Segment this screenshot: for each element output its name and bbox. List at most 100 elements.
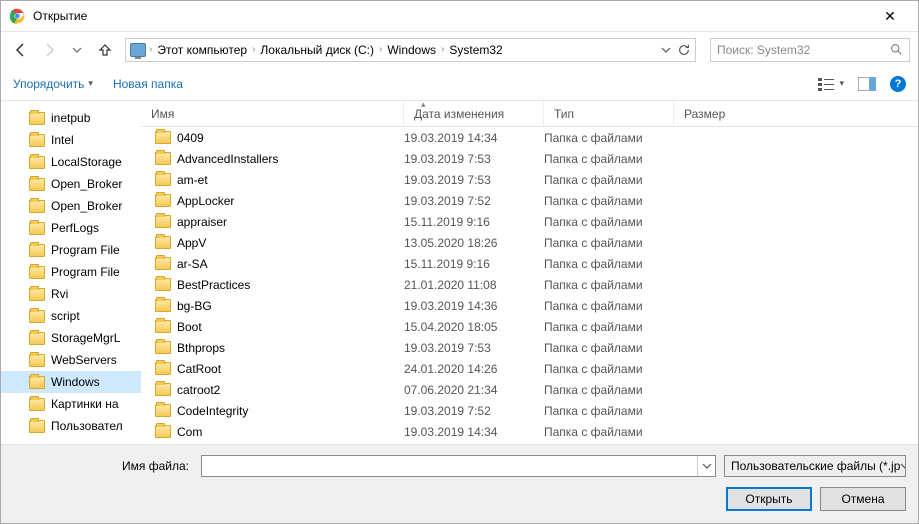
filename-label: Имя файла:: [13, 459, 193, 473]
tree-item[interactable]: script: [1, 305, 141, 327]
folder-tree[interactable]: inetpub Intel LocalStorage Open_Broker Open_…: [1, 101, 141, 444]
breadcrumb[interactable]: Windows: [385, 43, 438, 57]
tree-item[interactable]: Program File: [1, 261, 141, 283]
file-row[interactable]: ar-SA15.11.2019 9:16Папка с файлами: [141, 253, 918, 274]
tree-item-label: Картинки на: [51, 397, 119, 411]
tree-item-label: WebServers: [51, 353, 117, 367]
filename-dropdown-icon[interactable]: [697, 456, 715, 476]
file-row[interactable]: bg-BG19.03.2019 14:36Папка с файлами: [141, 295, 918, 316]
file-row[interactable]: am-et19.03.2019 7:53Папка с файлами: [141, 169, 918, 190]
refresh-icon[interactable]: [677, 43, 691, 57]
file-row[interactable]: 040919.03.2019 14:34Папка с файлами: [141, 127, 918, 148]
tree-item[interactable]: inetpub: [1, 107, 141, 129]
search-box[interactable]: [710, 38, 910, 62]
file-row[interactable]: Boot15.04.2020 18:05Папка с файлами: [141, 316, 918, 337]
tree-item-label: Пользовател: [51, 419, 123, 433]
file-row[interactable]: catroot207.06.2020 21:34Папка с файлами: [141, 379, 918, 400]
file-row[interactable]: CatRoot24.01.2020 14:26Папка с файлами: [141, 358, 918, 379]
address-dropdown-icon[interactable]: [661, 45, 671, 55]
file-date: 19.03.2019 7:52: [404, 404, 544, 418]
file-row[interactable]: AdvancedInstallers19.03.2019 7:53Папка с…: [141, 148, 918, 169]
tree-item[interactable]: Пользовател: [1, 415, 141, 437]
tree-item[interactable]: Open_Broker: [1, 195, 141, 217]
file-date: 19.03.2019 7:53: [404, 173, 544, 187]
chrome-icon: [9, 8, 25, 24]
footer: Имя файла: Пользовательские файлы (*.jp …: [1, 445, 918, 523]
column-name[interactable]: Имя: [141, 101, 404, 126]
tree-item[interactable]: Program File: [1, 239, 141, 261]
tree-item[interactable]: Open_Broker: [1, 173, 141, 195]
new-folder-button[interactable]: Новая папка: [113, 77, 183, 91]
filename-input[interactable]: [201, 455, 716, 477]
column-type[interactable]: Тип: [544, 101, 674, 126]
file-row[interactable]: Com19.03.2019 14:34Папка с файлами: [141, 421, 918, 442]
file-list[interactable]: 040919.03.2019 14:34Папка с файламиAdvan…: [141, 127, 918, 444]
file-type: Папка с файлами: [544, 194, 674, 208]
tree-item[interactable]: PerfLogs: [1, 217, 141, 239]
tree-item[interactable]: Intel: [1, 129, 141, 151]
tree-item-label: Program File: [51, 243, 120, 257]
folder-icon: [29, 310, 45, 323]
recent-dropdown[interactable]: [65, 38, 89, 62]
file-name: Boot: [177, 320, 202, 334]
file-row[interactable]: BestPractices21.01.2020 11:08Папка с фай…: [141, 274, 918, 295]
open-button[interactable]: Открыть: [726, 487, 812, 511]
file-type: Папка с файлами: [544, 236, 674, 250]
chevron-icon[interactable]: ›: [438, 44, 447, 55]
folder-icon: [155, 341, 171, 354]
folder-icon: [29, 398, 45, 411]
column-size[interactable]: Размер: [674, 101, 754, 126]
file-type-filter[interactable]: Пользовательские файлы (*.jp: [724, 455, 906, 477]
tree-item-label: Open_Broker: [51, 199, 122, 213]
chevron-icon[interactable]: ›: [376, 44, 385, 55]
back-button[interactable]: [9, 38, 33, 62]
folder-icon: [155, 362, 171, 375]
file-name: catroot2: [177, 383, 220, 397]
file-date: 24.01.2020 14:26: [404, 362, 544, 376]
file-row[interactable]: AppV13.05.2020 18:26Папка с файлами: [141, 232, 918, 253]
tree-item-label: inetpub: [51, 111, 90, 125]
file-name: AppLocker: [177, 194, 234, 208]
cancel-button[interactable]: Отмена: [820, 487, 906, 511]
help-icon[interactable]: ?: [890, 76, 906, 92]
folder-icon: [29, 222, 45, 235]
file-type: Папка с файлами: [544, 152, 674, 166]
up-button[interactable]: [93, 38, 117, 62]
preview-pane-button[interactable]: [858, 77, 876, 91]
file-name: Bthprops: [177, 341, 225, 355]
breadcrumb[interactable]: Этот компьютер: [155, 43, 249, 57]
nav-bar: › Этот компьютер › Локальный диск (C:) ›…: [1, 31, 918, 67]
breadcrumb[interactable]: System32: [447, 43, 504, 57]
search-input[interactable]: [717, 43, 890, 57]
file-row[interactable]: appraiser15.11.2019 9:16Папка с файлами: [141, 211, 918, 232]
file-row[interactable]: Bthprops19.03.2019 7:53Папка с файлами: [141, 337, 918, 358]
folder-icon: [29, 178, 45, 191]
breadcrumb[interactable]: Локальный диск (C:): [258, 43, 376, 57]
file-date: 19.03.2019 14:34: [404, 131, 544, 145]
tree-item[interactable]: Windows: [1, 371, 141, 393]
view-options-button[interactable]: ▾: [818, 77, 844, 91]
search-icon[interactable]: [890, 43, 903, 56]
folder-icon: [155, 257, 171, 270]
organize-menu[interactable]: Упорядочить▾: [13, 77, 93, 91]
file-date: 15.04.2020 18:05: [404, 320, 544, 334]
tree-item-label: LocalStorage: [51, 155, 122, 169]
chevron-icon[interactable]: ›: [249, 44, 258, 55]
tree-item[interactable]: LocalStorage: [1, 151, 141, 173]
file-date: 15.11.2019 9:16: [404, 215, 544, 229]
file-name: BestPractices: [177, 278, 250, 292]
close-button[interactable]: ✕: [870, 8, 910, 25]
filename-field[interactable]: [202, 456, 697, 476]
address-bar[interactable]: › Этот компьютер › Локальный диск (C:) ›…: [125, 38, 696, 62]
chevron-icon[interactable]: ›: [146, 44, 155, 55]
filter-dropdown-icon[interactable]: [900, 461, 906, 471]
tree-item[interactable]: Rvi: [1, 283, 141, 305]
tree-item[interactable]: StorageMgrL: [1, 327, 141, 349]
file-row[interactable]: AppLocker19.03.2019 7:52Папка с файлами: [141, 190, 918, 211]
forward-button[interactable]: [37, 38, 61, 62]
folder-icon: [29, 156, 45, 169]
tree-item[interactable]: WebServers: [1, 349, 141, 371]
tree-item[interactable]: Картинки на: [1, 393, 141, 415]
file-row[interactable]: CodeIntegrity19.03.2019 7:52Папка с файл…: [141, 400, 918, 421]
file-date: 19.03.2019 7:53: [404, 152, 544, 166]
